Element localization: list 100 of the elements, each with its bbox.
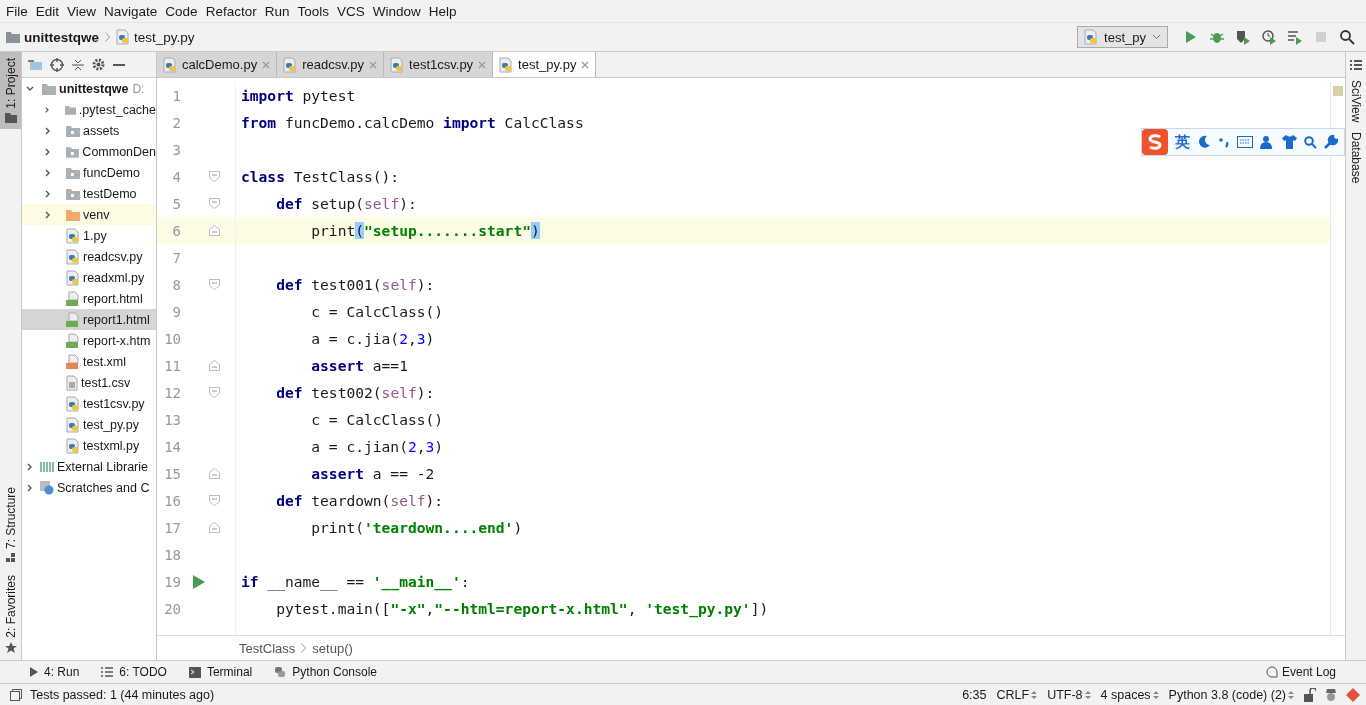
chevron-right-icon[interactable] (44, 189, 52, 198)
editor-tab[interactable]: test_py.py (493, 52, 597, 77)
tree-row[interactable]: .pytest_cache (22, 99, 156, 120)
chevron-down-icon[interactable] (26, 84, 34, 93)
menu-item[interactable]: Run (260, 3, 294, 19)
tree-row[interactable]: unittestqwe D: (22, 78, 156, 99)
menu-item[interactable]: View (63, 3, 101, 19)
menu-item[interactable]: Tools (293, 3, 333, 19)
search-icon[interactable] (1304, 135, 1317, 149)
tool-window-tab[interactable]: SciView (1349, 80, 1363, 123)
concurrency-icon[interactable] (1287, 29, 1303, 45)
menu-item[interactable]: Help (424, 3, 461, 19)
moon-icon[interactable] (1197, 135, 1211, 149)
menu-item[interactable]: File (2, 3, 32, 19)
close-icon[interactable] (581, 60, 590, 69)
punctuation-icon[interactable] (1218, 135, 1230, 149)
menu-item[interactable]: VCS (332, 3, 369, 19)
status-item[interactable]: UTF-8 (1047, 687, 1091, 702)
minimize-icon[interactable] (113, 63, 125, 66)
line-number: 19 (163, 573, 181, 590)
chevron-right-icon[interactable] (44, 126, 52, 135)
scroll-from-source-icon[interactable] (28, 58, 42, 71)
settings-icon[interactable] (92, 58, 105, 71)
line-number: 17 (163, 519, 181, 536)
tree-row[interactable]: report1.html (22, 309, 156, 330)
breadcrumb-item[interactable]: unittestqwe (24, 29, 99, 45)
chevron-right-icon[interactable] (44, 168, 52, 177)
tool-window-tab[interactable]: 2: Favorites (0, 569, 21, 660)
coverage-icon[interactable] (1235, 29, 1251, 45)
tool-window-button[interactable]: Python Console (274, 665, 378, 679)
tree-row[interactable]: CommonDen (22, 141, 156, 162)
tree-row[interactable]: testDemo (22, 183, 156, 204)
chevron-right-icon[interactable] (44, 147, 52, 156)
tree-row[interactable]: Scratches and C (22, 477, 156, 498)
chevron-right-icon[interactable] (26, 483, 34, 492)
html-file-icon (66, 332, 80, 349)
tree-row[interactable]: readxml.py (22, 267, 156, 288)
tree-row[interactable]: report.html (22, 288, 156, 309)
menu-item[interactable]: Code (161, 3, 202, 19)
code-line: assert a == -2 (310, 465, 435, 482)
run-icon[interactable] (193, 574, 205, 589)
menu-item[interactable]: Refactor (201, 3, 261, 19)
run-configuration-dropdown[interactable]: test_py (1077, 26, 1168, 48)
tree-row[interactable]: funcDemo (22, 162, 156, 183)
input-mode[interactable]: 英 (1175, 132, 1190, 152)
editor-tab[interactable]: calcDemo.py (157, 52, 278, 77)
breadcrumb-item[interactable]: TestClass (239, 640, 296, 656)
tool-window-button[interactable]: Terminal (188, 665, 253, 679)
python-file-icon (66, 248, 80, 265)
tree-item-label: test1.csv (81, 375, 131, 390)
folder-icon (4, 112, 17, 123)
tree-row[interactable]: test1.csv (22, 372, 156, 393)
breadcrumb-item[interactable]: test_py.py (134, 29, 195, 45)
menu-item[interactable]: Edit (31, 3, 64, 19)
tree-row[interactable]: venv (22, 204, 156, 225)
tool-window-tab[interactable]: Database (1349, 132, 1363, 184)
tool-window-tab[interactable]: 7: Structure (0, 481, 21, 570)
tree-row[interactable]: testxml.py (22, 435, 156, 456)
shirt-icon[interactable] (1282, 135, 1297, 149)
line-number: 7 (171, 249, 181, 266)
wrench-icon[interactable] (1324, 135, 1338, 149)
tree-item-label: testxml.py (83, 438, 140, 453)
lock-icon[interactable] (1304, 687, 1316, 702)
chevron-right-icon[interactable] (44, 210, 52, 219)
status-item[interactable]: 4 spaces (1100, 687, 1159, 702)
status-toggle-icon[interactable] (10, 688, 22, 701)
status-item[interactable]: 6:35 (962, 687, 987, 702)
status-item[interactable]: Python 3.8 (code) (2) (1168, 687, 1294, 702)
tree-row[interactable]: 1.py (22, 225, 156, 246)
tree-item-label: CommonDen (82, 144, 156, 159)
user-icon[interactable] (1260, 135, 1275, 149)
chevron-right-icon[interactable] (26, 462, 34, 471)
menu-item[interactable]: Window (368, 3, 425, 19)
line-number: 14 (163, 438, 181, 455)
python-file-icon (66, 437, 80, 454)
locate-icon[interactable] (50, 57, 64, 72)
breadcrumb-item[interactable]: setup() (312, 640, 353, 656)
chevron-right-icon[interactable] (44, 105, 51, 114)
tool-window-button[interactable]: 6: TODO (101, 665, 167, 679)
editor-tab[interactable]: test1csv.py (384, 52, 494, 77)
event-log-button[interactable]: Event Log (1265, 665, 1336, 679)
tree-row[interactable]: assets (22, 120, 156, 141)
tree-row[interactable]: test.xml (22, 351, 156, 372)
tree-row[interactable]: External Librarie (22, 456, 156, 477)
status-item[interactable]: CRLF (996, 687, 1038, 702)
tree-row[interactable]: test_py.py (22, 414, 156, 435)
tree-row[interactable]: test1csv.py (22, 393, 156, 414)
package-icon (66, 187, 80, 200)
collapse-icon[interactable] (72, 58, 84, 71)
menu-item[interactable]: Navigate (100, 3, 162, 19)
line-number: 6 (171, 222, 181, 239)
profile-icon[interactable] (1261, 29, 1277, 45)
keyboard-icon[interactable] (1237, 136, 1253, 148)
tree-row[interactable]: report-x.htm (22, 330, 156, 351)
tool-window-button[interactable]: 4: Run (30, 665, 80, 679)
line-number: 4 (171, 168, 181, 185)
tool-window-tab[interactable]: 1: Project (0, 52, 21, 129)
tree-row[interactable]: readcsv.py (22, 246, 156, 267)
editor-tab[interactable]: readcsv.py (277, 52, 385, 77)
search-icon[interactable] (1339, 29, 1355, 45)
